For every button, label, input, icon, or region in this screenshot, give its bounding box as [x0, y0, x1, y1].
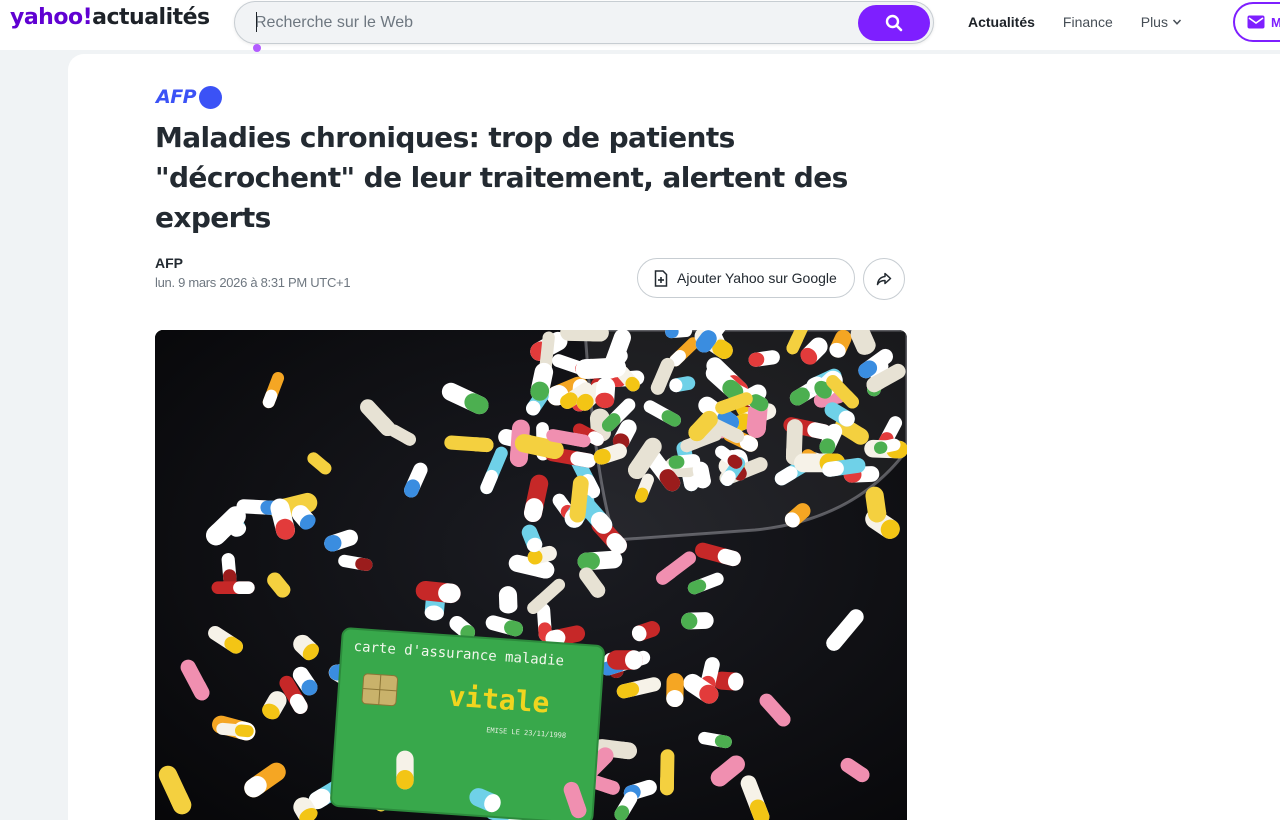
pills-and-vitale-card-illustration: carte d'assurance maladie vitale EMISE L… — [155, 330, 907, 820]
search-icon — [885, 14, 903, 32]
pill — [607, 650, 643, 670]
pill — [681, 612, 714, 630]
nav-plus[interactable]: Plus — [1141, 14, 1182, 30]
search-bar — [234, 1, 934, 44]
byline: AFP lun. 9 mars 2026 à 8:31 PM UTC+1 — [155, 254, 351, 294]
search-button[interactable] — [858, 5, 930, 41]
main-nav: Actualités Finance Plus — [968, 0, 1210, 44]
article-hero-image[interactable]: carte d'assurance maladie vitale EMISE L… — [155, 330, 907, 820]
afp-logo[interactable]: AFP — [156, 85, 223, 109]
mail-button[interactable]: M — [1233, 2, 1280, 42]
mail-label: M — [1271, 14, 1280, 30]
vitale-card-line2: vitale — [447, 680, 550, 720]
chevron-down-icon — [1172, 19, 1182, 25]
pill — [595, 377, 616, 409]
article-timestamp: lun. 9 mars 2026 à 8:31 PM UTC+1 — [155, 275, 351, 290]
pill — [575, 357, 627, 379]
pill — [396, 750, 414, 790]
text-caret — [256, 12, 257, 32]
yahoo-actualites-logo[interactable]: yahoo! actualités — [10, 5, 210, 39]
article-author[interactable]: AFP — [155, 254, 350, 272]
add-yahoo-google-label: Ajouter Yahoo sur Google — [677, 270, 837, 286]
search-input[interactable] — [255, 2, 855, 43]
nav-actualites[interactable]: Actualités — [968, 14, 1035, 30]
nav-finance[interactable]: Finance — [1063, 14, 1113, 30]
top-header: yahoo!actualités Actualités Finance Plus… — [0, 0, 1280, 52]
pill — [498, 586, 518, 614]
add-yahoo-google-button[interactable]: Ajouter Yahoo sur Google — [637, 258, 855, 298]
add-document-icon — [654, 269, 668, 287]
focus-indicator — [253, 44, 261, 52]
vitale-card: carte d'assurance maladie vitale EMISE L… — [330, 627, 605, 820]
share-button[interactable] — [863, 258, 905, 300]
pill — [211, 581, 255, 594]
share-icon — [876, 272, 892, 286]
pill — [666, 672, 684, 708]
nav-plus-label: Plus — [1140, 14, 1168, 30]
afp-logo-dot — [199, 85, 223, 109]
article-title: Maladies chroniques: trop de patients "d… — [155, 121, 848, 234]
pill — [577, 550, 623, 571]
pill — [560, 330, 609, 342]
pill — [660, 749, 675, 796]
mail-icon — [1247, 15, 1265, 29]
